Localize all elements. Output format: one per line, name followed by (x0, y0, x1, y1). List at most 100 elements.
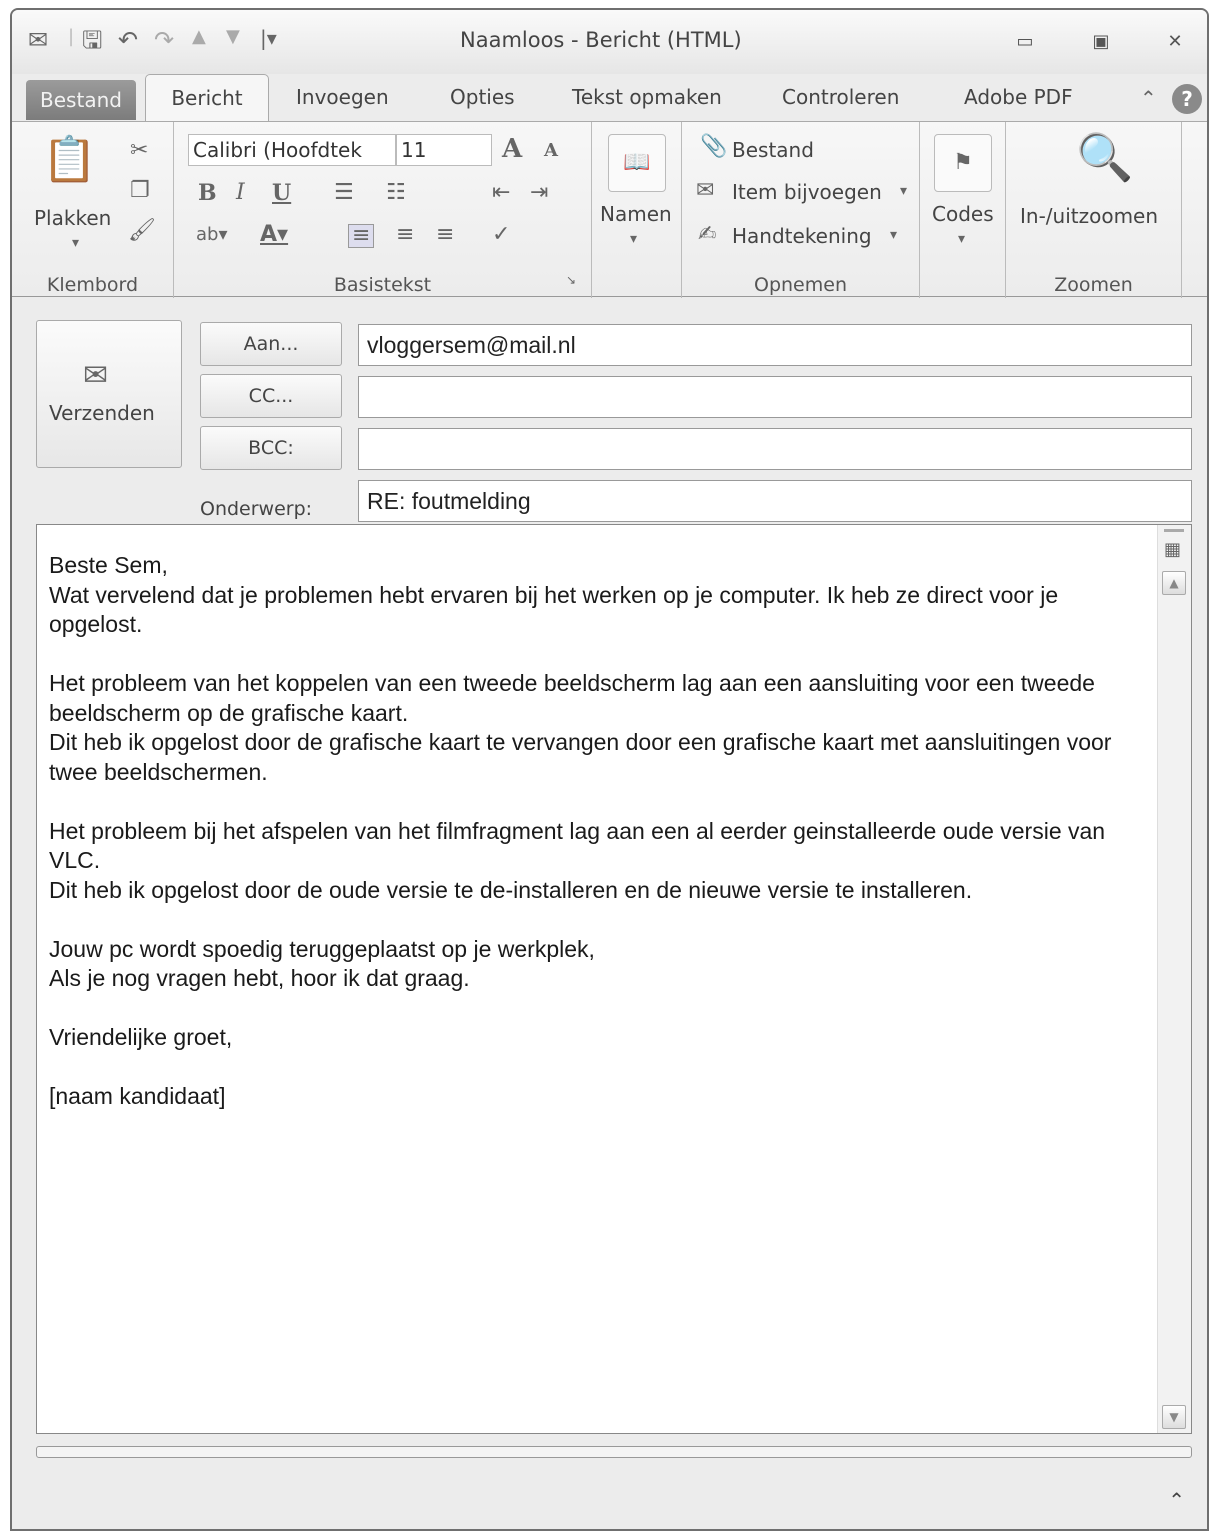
separator: | (68, 26, 75, 47)
attach-item-icon[interactable]: ✉ (696, 180, 714, 202)
paste-icon[interactable]: 📋 (42, 138, 97, 182)
group-tags: ⚑ Codes ▾ (920, 122, 1006, 298)
numbering-icon[interactable]: ☷ (386, 182, 406, 204)
attach-item-dropdown-icon[interactable]: ▾ (900, 184, 907, 198)
send-button[interactable]: ✉ Verzenden (36, 320, 182, 468)
tags-dropdown-icon[interactable]: ▾ (958, 232, 965, 246)
dialog-launcher-icon[interactable]: ↘ (566, 274, 576, 286)
underline-icon[interactable]: U (272, 182, 291, 204)
tags-button[interactable]: Codes (932, 202, 994, 226)
previous-item-icon[interactable]: ▲ (192, 28, 206, 46)
tab-file[interactable]: Bestand (26, 80, 136, 120)
highlight-icon[interactable]: ab▾ (196, 226, 228, 244)
tab-options[interactable]: Opties (450, 74, 515, 120)
paste-dropdown-icon[interactable]: ▾ (72, 236, 79, 250)
view-ruler-icon[interactable]: ▦ (1164, 541, 1181, 559)
people-pane-divider[interactable] (36, 1446, 1192, 1458)
tab-review[interactable]: Controleren (782, 74, 899, 120)
signature-dropdown-icon[interactable]: ▾ (890, 228, 897, 242)
font-size-combo[interactable]: 11 (396, 134, 492, 166)
zoom-button[interactable]: In-/uitzoomen (1020, 204, 1158, 228)
body-line: Beste Sem, (49, 552, 168, 578)
ribbon: 📋 Plakken ▾ ✂ ❐ 🖌 Klembord Calibri (Hoof… (12, 121, 1207, 298)
vertical-scrollbar[interactable]: ▦ ▲ ▼ (1157, 525, 1191, 1433)
to-button[interactable]: Aan... (200, 322, 342, 366)
grow-font-icon[interactable]: A (502, 136, 522, 162)
align-right-icon[interactable]: ≡ (436, 224, 454, 246)
align-center-icon[interactable]: ≡ (396, 224, 414, 246)
body-line: Vriendelijke groet, (49, 1024, 233, 1050)
zoom-icon[interactable]: 🔍 (1076, 134, 1133, 180)
flag-icon[interactable]: ⚑ (934, 134, 992, 192)
signature-icon[interactable]: ✍ (698, 224, 716, 246)
cc-button[interactable]: CC... (200, 374, 342, 418)
body-line: [naam kandidaat] (49, 1083, 226, 1109)
copy-icon[interactable]: ❐ (130, 180, 150, 202)
title-bar: ✉ | 🖫 ↶ ↷ ▲ ▼ |▾ Naamloos - Bericht (HTM… (12, 10, 1207, 74)
body-line (49, 905, 1149, 935)
body-line: Dit heb ik opgelost door de oude versie … (49, 876, 973, 903)
signature-button[interactable]: Handtekening (732, 224, 872, 248)
tab-adobe-pdf[interactable]: Adobe PDF (964, 74, 1073, 120)
close-icon[interactable]: ✕ (1162, 32, 1188, 52)
subject-field[interactable]: RE: foutmelding (358, 480, 1192, 522)
undo-icon[interactable]: ↶ (118, 28, 138, 52)
expand-people-pane-icon[interactable]: ⌃ (1168, 1488, 1185, 1512)
cut-icon[interactable]: ✂ (130, 140, 148, 162)
group-basic-text: Calibri (Hoofdtek 11 A A B I U ☰ ☷ ⇤ ⇥ a… (174, 122, 592, 298)
group-names: 📖 Namen ▾ (592, 122, 682, 298)
body-line: Dit heb ik opgelost door de grafische ka… (49, 729, 1112, 785)
cc-field[interactable] (358, 376, 1192, 418)
ruler-toggle-icon[interactable] (1164, 529, 1184, 532)
increase-indent-icon[interactable]: ⇥ (530, 182, 548, 204)
attach-file-button[interactable]: Bestand (732, 138, 814, 162)
message-body[interactable]: Beste Sem, Wat vervelend dat je problemen… (36, 524, 1192, 1434)
scroll-down-button[interactable]: ▼ (1162, 1405, 1186, 1429)
attach-icon[interactable]: 📎 (700, 136, 727, 158)
group-label-zoom: Zoomen (1054, 274, 1133, 296)
window-title: Naamloos - Bericht (HTML) (460, 28, 742, 52)
minimize-icon[interactable]: ▭ (1012, 32, 1038, 52)
customize-qat-icon[interactable]: |▾ (260, 28, 277, 48)
italic-icon[interactable]: I (236, 182, 245, 204)
bcc-button[interactable]: BCC: (200, 426, 342, 470)
next-item-icon[interactable]: ▼ (226, 28, 240, 46)
spelling-icon[interactable]: ✓ (492, 224, 510, 246)
save-icon[interactable]: 🖫 (82, 28, 102, 52)
tab-message[interactable]: Bericht (145, 74, 269, 122)
group-label-clipboard: Klembord (46, 274, 139, 296)
outlook-app-icon[interactable]: ✉ (28, 28, 48, 52)
scroll-up-button[interactable]: ▲ (1162, 571, 1186, 595)
ribbon-tabs: Bestand Bericht Invoegen Opties Tekst op… (12, 74, 1207, 122)
body-line (49, 787, 1149, 817)
address-book-icon[interactable]: 📖 (608, 134, 666, 192)
paste-button[interactable]: Plakken (34, 206, 111, 230)
tab-insert[interactable]: Invoegen (296, 74, 389, 120)
maximize-icon[interactable]: ▣ (1088, 32, 1114, 52)
align-left-icon[interactable]: ≡ (348, 224, 375, 248)
bcc-field[interactable] (358, 428, 1192, 470)
attach-item-button[interactable]: Item bijvoegen (732, 180, 882, 204)
send-label: Verzenden (49, 401, 155, 425)
group-include: 📎 Bestand ✉ Item bijvoegen ▾ ✍ Handteken… (682, 122, 920, 298)
format-painter-icon[interactable]: 🖌 (128, 220, 156, 242)
shrink-font-icon[interactable]: A (544, 142, 558, 160)
tab-format-text[interactable]: Tekst opmaken (572, 74, 722, 120)
redo-icon[interactable]: ↷ (154, 28, 174, 52)
collapse-ribbon-icon[interactable]: ⌃ (1140, 88, 1157, 108)
names-button[interactable]: Namen (600, 202, 672, 226)
font-name-combo[interactable]: Calibri (Hoofdtek (188, 134, 396, 166)
bold-icon[interactable]: B (198, 182, 217, 204)
message-body-text[interactable]: Beste Sem, Wat vervelend dat je problemen… (49, 551, 1149, 1112)
body-line (49, 640, 1149, 670)
body-line: Als je nog vragen hebt, hoor ik dat graa… (49, 965, 470, 991)
body-line: Wat vervelend dat je problemen hebt erva… (49, 581, 1059, 638)
help-icon[interactable]: ? (1172, 84, 1202, 114)
to-field[interactable]: vloggersem@mail.nl (358, 324, 1192, 366)
body-line: Het probleem bij het afspelen van het fi… (49, 817, 1106, 874)
bullets-icon[interactable]: ☰ (334, 182, 354, 204)
font-color-icon[interactable]: A▾ (260, 224, 288, 246)
group-label-basic-text: Basistekst (333, 274, 432, 296)
names-dropdown-icon[interactable]: ▾ (630, 232, 637, 246)
decrease-indent-icon[interactable]: ⇤ (492, 182, 510, 204)
